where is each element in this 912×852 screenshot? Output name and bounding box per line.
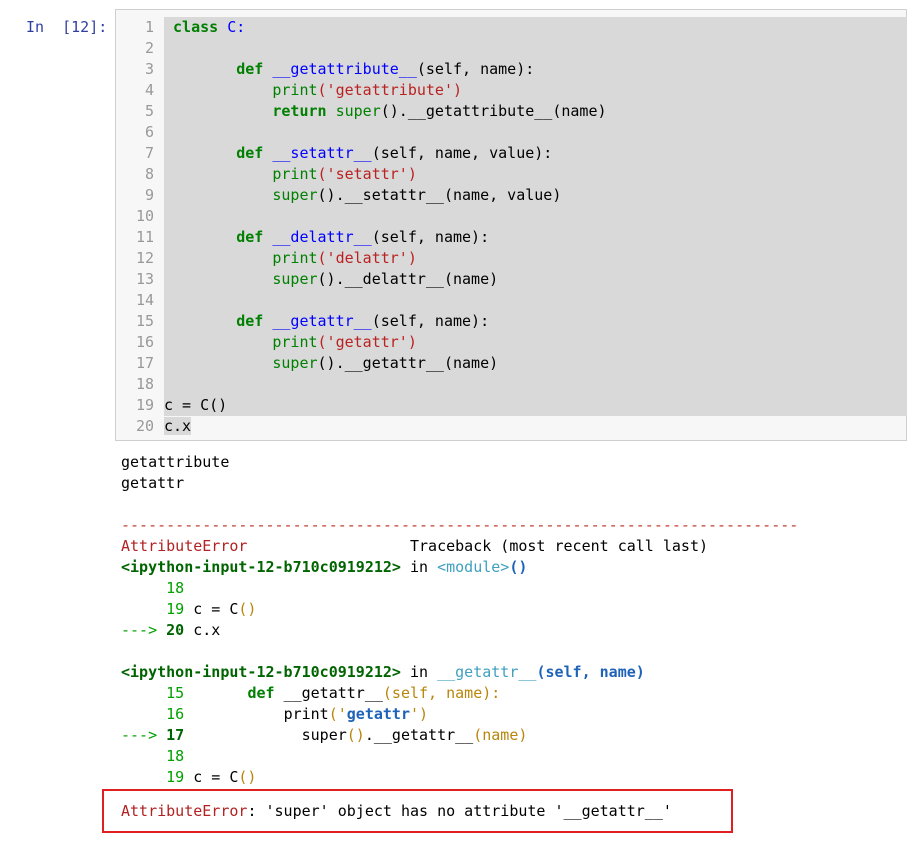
- line-number: 9: [144, 186, 154, 204]
- line-number: 6: [144, 123, 154, 141]
- code-line[interactable]: [164, 374, 907, 395]
- line-number: 7: [144, 144, 154, 162]
- traceback-header: AttributeError Traceback (most recent ca…: [121, 537, 709, 555]
- code-line[interactable]: print('setattr'): [164, 164, 907, 185]
- traceback-line: 16 print('getattr'): [166, 705, 429, 723]
- line-number: 5: [144, 102, 154, 120]
- line-number: 3: [144, 60, 154, 78]
- line-number: 12: [135, 249, 154, 267]
- line-number: 15: [135, 312, 154, 330]
- line-number: 20: [135, 417, 154, 435]
- line-number: 1: [144, 18, 154, 36]
- traceback-line: 18: [166, 579, 185, 597]
- line-number: 8: [144, 165, 154, 183]
- code-line[interactable]: print('getattr'): [164, 332, 907, 353]
- line-number: 4: [144, 81, 154, 99]
- traceback-frame-header: <ipython-input-12-b710c0919212> in __get…: [121, 663, 645, 681]
- line-number: 2: [144, 39, 154, 57]
- final-error-message: AttributeError: 'super' object has no at…: [121, 802, 672, 820]
- code-line[interactable]: class C:: [164, 17, 907, 38]
- traceback-separator: ----------------------------------------…: [121, 516, 799, 534]
- code-line[interactable]: [164, 206, 907, 227]
- traceback-current-line: ---> 17 super().__getattr__(name): [121, 726, 528, 744]
- line-number: 16: [135, 333, 154, 351]
- traceback-line: 19 c = C(): [166, 768, 257, 786]
- code-line[interactable]: super().__setattr__(name, value): [164, 185, 907, 206]
- code-line[interactable]: [164, 38, 907, 59]
- line-number: 19: [135, 396, 154, 414]
- code-line[interactable]: [164, 290, 907, 311]
- code-line[interactable]: [164, 122, 907, 143]
- code-line[interactable]: print('getattribute'): [164, 80, 907, 101]
- code-line[interactable]: return super().__getattribute__(name): [164, 101, 907, 122]
- traceback-line: 19 c = C(): [166, 600, 257, 618]
- line-number: 11: [135, 228, 154, 246]
- code-line[interactable]: c.x: [164, 416, 907, 437]
- code-editor[interactable]: class C: def __getattribute__(self, name…: [164, 17, 907, 437]
- stdout-line: getattr: [121, 474, 185, 492]
- cell-prompt: In [12]:: [26, 18, 108, 36]
- code-line[interactable]: def __setattr__(self, name, value):: [164, 143, 907, 164]
- code-line[interactable]: print('delattr'): [164, 248, 907, 269]
- cell-output: getattribute getattr -------------------…: [121, 452, 798, 788]
- code-line[interactable]: def __getattr__(self, name):: [164, 311, 907, 332]
- traceback-line: 15 def __getattr__(self, name):: [166, 684, 501, 702]
- line-number: 17: [135, 354, 154, 372]
- code-line[interactable]: def __delattr__(self, name):: [164, 227, 907, 248]
- code-line[interactable]: super().__getattr__(name): [164, 353, 907, 374]
- stdout-line: getattribute: [121, 453, 230, 471]
- line-number: 18: [135, 375, 154, 393]
- traceback-frame-header: <ipython-input-12-b710c0919212> in <modu…: [121, 558, 528, 576]
- code-cell[interactable]: 1 2 3 4 5 6 7 8 9 10 11 12 13 14 15 16 1…: [115, 9, 907, 441]
- line-number: 10: [135, 207, 154, 225]
- line-number: 14: [135, 291, 154, 309]
- code-line[interactable]: super().__delattr__(name): [164, 269, 907, 290]
- code-line[interactable]: def __getattribute__(self, name):: [164, 59, 907, 80]
- traceback-line: 18: [166, 747, 185, 765]
- line-number-gutter: 1 2 3 4 5 6 7 8 9 10 11 12 13 14 15 16 1…: [116, 17, 159, 437]
- traceback-current-line: ---> 20 c.x: [121, 621, 221, 639]
- line-number: 13: [135, 270, 154, 288]
- code-line[interactable]: c = C(): [164, 395, 907, 416]
